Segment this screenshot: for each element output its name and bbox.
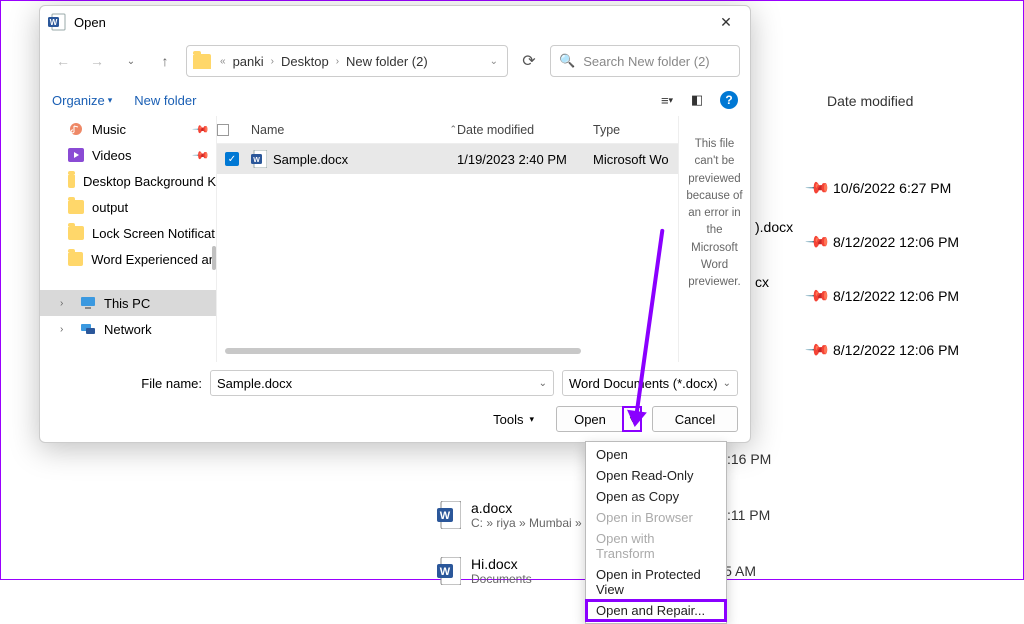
search-input[interactable]: 🔍 Search New folder (2): [550, 45, 740, 77]
new-folder-button[interactable]: New folder: [134, 93, 196, 108]
file-type-filter[interactable]: Word Documents (*.docx)⌄: [562, 370, 738, 396]
folder-icon: [68, 226, 84, 240]
file-name: Sample.docx: [273, 152, 348, 167]
word-doc-icon: W: [437, 557, 461, 585]
tree-item-folder[interactable]: Word Experienced an: [40, 246, 216, 272]
view-list-button[interactable]: ≡ ▾: [654, 87, 680, 113]
column-date[interactable]: Date modified: [457, 123, 593, 137]
nav-forward-button[interactable]: →: [84, 48, 110, 74]
close-button[interactable]: ✕: [710, 14, 742, 31]
menu-open-repair[interactable]: Open and Repair...: [586, 600, 726, 621]
file-name-input[interactable]: Sample.docx⌄: [210, 370, 554, 396]
select-all-checkbox[interactable]: [217, 124, 229, 136]
help-button[interactable]: ?: [720, 91, 738, 109]
pin-icon: 📌: [800, 278, 835, 313]
nav-up-button[interactable]: ↑: [152, 48, 178, 74]
navigation-tree: Music📌 Videos📌 Desktop Background K outp…: [40, 116, 216, 362]
pin-icon: 📌: [192, 146, 211, 165]
pin-icon: 📌: [192, 120, 211, 139]
sort-indicator-icon: ⌃: [449, 124, 457, 135]
menu-open-transform: Open with Transform: [586, 528, 726, 564]
open-dropdown-menu: Open Open Read-Only Open as Copy Open in…: [585, 441, 727, 624]
title-bar: W Open ✕: [40, 6, 750, 38]
tree-item-network[interactable]: ›Network: [40, 316, 216, 342]
dialog-title: Open: [74, 15, 710, 30]
chevron-right-icon: «: [217, 56, 229, 67]
nav-recent-button[interactable]: ⌄: [118, 48, 144, 74]
tree-scrollbar[interactable]: [212, 246, 216, 270]
horizontal-scrollbar[interactable]: [225, 344, 670, 358]
tree-item-folder[interactable]: Lock Screen Notificat: [40, 220, 216, 246]
svg-text:W: W: [440, 566, 451, 578]
folder-icon: [68, 200, 84, 214]
svg-text:W: W: [440, 510, 451, 522]
search-placeholder: Search New folder (2): [583, 54, 709, 69]
word-doc-icon: W: [251, 150, 267, 168]
bg-column-date-modified: Date modified: [827, 93, 977, 109]
column-name[interactable]: Name⌃: [247, 123, 457, 137]
breadcrumb[interactable]: « panki › Desktop › New folder (2) ⌄: [186, 45, 508, 77]
chevron-down-icon[interactable]: ⌄: [723, 378, 731, 389]
pc-icon: [80, 296, 96, 310]
pin-icon: 📌: [800, 224, 835, 259]
chevron-right-icon: ›: [268, 56, 277, 67]
folder-icon: [193, 54, 211, 69]
pin-icon: 📌: [800, 170, 835, 205]
list-header: Name⌃ Date modified Type: [217, 116, 678, 144]
column-type[interactable]: Type: [593, 123, 678, 137]
open-dialog: W Open ✕ ← → ⌄ ↑ « panki › Desktop › New…: [39, 5, 751, 443]
search-icon: 🔍: [559, 53, 575, 69]
preview-pane-button[interactable]: ◧: [684, 87, 710, 113]
tree-item-folder[interactable]: Desktop Background K: [40, 168, 216, 194]
refresh-button[interactable]: ⟳: [516, 48, 542, 74]
tree-item-videos[interactable]: Videos📌: [40, 142, 216, 168]
menu-open-browser: Open in Browser: [586, 507, 726, 528]
network-icon: [80, 322, 96, 336]
chevron-right-icon[interactable]: ›: [60, 324, 72, 335]
svg-text:W: W: [253, 157, 260, 164]
chevron-right-icon[interactable]: ›: [60, 298, 72, 309]
pin-icon: 📌: [800, 332, 835, 367]
tree-item-folder[interactable]: output: [40, 194, 216, 220]
svg-text:W: W: [50, 18, 58, 27]
word-doc-icon: W: [437, 501, 461, 529]
tree-item-this-pc[interactable]: ›This PC: [40, 290, 216, 316]
file-row[interactable]: ✓ W Sample.docx 1/19/2023 2:40 PM Micros…: [217, 144, 678, 174]
organize-button[interactable]: Organize▾: [52, 93, 112, 108]
chevron-down-icon[interactable]: ⌄: [487, 56, 501, 67]
folder-icon: [68, 252, 83, 266]
videos-icon: [68, 148, 84, 162]
file-checkbox[interactable]: ✓: [225, 152, 239, 166]
word-app-icon: W: [48, 13, 66, 31]
cancel-button[interactable]: Cancel: [652, 406, 738, 432]
chevron-down-icon[interactable]: ⌄: [539, 378, 547, 389]
menu-open-protected[interactable]: Open in Protected View: [586, 564, 726, 600]
tools-button[interactable]: Tools▾: [493, 412, 534, 427]
music-icon: [68, 122, 84, 136]
file-date: 1/19/2023 2:40 PM: [457, 152, 593, 167]
preview-pane: This file can't be previewed because of …: [678, 116, 750, 362]
file-type: Microsoft Wo: [593, 152, 678, 167]
chevron-right-icon: ›: [333, 56, 342, 67]
nav-back-button[interactable]: ←: [50, 48, 76, 74]
menu-open[interactable]: Open: [586, 444, 726, 465]
tree-item-music[interactable]: Music📌: [40, 116, 216, 142]
file-name-label: File name:: [52, 376, 202, 391]
menu-open-copy[interactable]: Open as Copy: [586, 486, 726, 507]
folder-icon: [68, 174, 75, 188]
menu-open-readonly[interactable]: Open Read-Only: [586, 465, 726, 486]
